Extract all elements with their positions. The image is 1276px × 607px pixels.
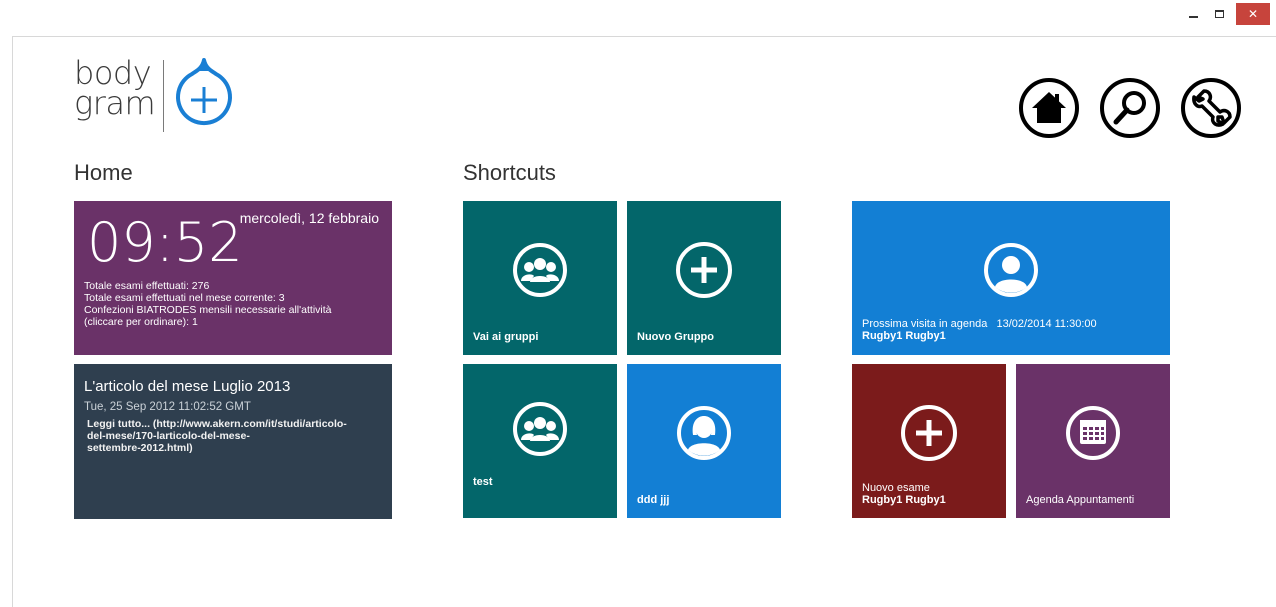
exam-stats: Totale esami effettuati: 276 Totale esam… xyxy=(84,280,332,328)
minimize-button[interactable] xyxy=(1180,0,1206,28)
search-icon[interactable] xyxy=(1099,77,1161,139)
tile-nuovo-esame[interactable]: Nuovo esame Rugby1 Rugby1 xyxy=(852,364,1006,518)
visit-datetime: 13/02/2014 11:30:00 xyxy=(996,318,1097,330)
tile-label: ddd jjj xyxy=(637,494,670,506)
plus-drop-icon xyxy=(176,58,233,125)
shortcuts-title: Shortcuts xyxy=(463,160,556,185)
article-link-line: del-mese/170-larticolo-del-mese- xyxy=(87,430,250,442)
logo-divider xyxy=(163,60,165,132)
stat-month-exams: Totale esami effettuati nel mese corrent… xyxy=(84,292,285,304)
close-button[interactable]: ✕ xyxy=(1236,3,1270,25)
stat-biatrodes-order: (cliccare per ordinare): 1 xyxy=(84,316,198,328)
female-user-icon xyxy=(677,406,731,460)
tile-next-visit[interactable]: Prossima visita in agenda 13/02/2014 11:… xyxy=(852,201,1170,355)
plus-circle-icon xyxy=(901,405,957,461)
tile-patient-ddd[interactable]: ddd jjj xyxy=(627,364,781,518)
tile-label: test xyxy=(473,476,493,488)
tile-vai-ai-gruppi[interactable]: Vai ai gruppi xyxy=(463,201,617,355)
article-read-more-link[interactable]: Leggi tutto... (http://www.akern.com/it/… xyxy=(84,418,382,454)
user-icon xyxy=(984,243,1038,297)
tile-label: Agenda Appuntamenti xyxy=(1026,494,1135,506)
article-link-line: settembre-2012.html) xyxy=(87,442,193,454)
minimize-icon xyxy=(1188,16,1198,18)
stat-total-exams: Totale esami effettuati: 276 xyxy=(84,280,210,292)
calendar-icon xyxy=(1066,406,1120,460)
tile-label: Nuovo Gruppo xyxy=(637,331,714,343)
clock-time: 09:52 xyxy=(87,211,243,274)
logo-wordmark: body gram xyxy=(74,57,156,122)
article-link-line: Leggi tutto... (http://www.akern.com/it/… xyxy=(87,418,347,430)
window-controls: ✕ xyxy=(1180,0,1276,28)
tile-label: Vai ai gruppi xyxy=(473,331,539,343)
home-icon[interactable] xyxy=(1018,77,1080,139)
article-date: Tue, 25 Sep 2012 11:02:52 GMT xyxy=(84,401,251,413)
plus-circle-icon xyxy=(676,242,732,298)
group-icon xyxy=(513,402,567,456)
clock-date: mercoledì, 12 febbraio xyxy=(239,210,379,226)
maximize-button[interactable] xyxy=(1206,0,1232,28)
stat-biatrodes: Confezioni BIATRODES mensili necessarie … xyxy=(84,304,332,316)
home-title: Home xyxy=(74,160,133,185)
new-exam-patient: Rugby1 Rugby1 xyxy=(862,494,946,506)
close-icon: ✕ xyxy=(1247,7,1259,21)
logo-line-gram: gram xyxy=(74,84,156,122)
tile-agenda-appuntamenti[interactable]: Agenda Appuntamenti xyxy=(1016,364,1170,518)
top-divider xyxy=(12,36,1276,37)
article-of-month-tile[interactable]: L'articolo del mese Luglio 2013 Tue, 25 … xyxy=(74,364,392,519)
clock-stats-tile[interactable]: 09:52 mercoledì, 12 febbraio Totale esam… xyxy=(74,201,392,355)
tile-label: Prossima visita in agenda 13/02/2014 11:… xyxy=(862,318,1097,342)
visit-patient: Rugby1 Rugby1 xyxy=(862,330,946,342)
tile-label: Nuovo esame Rugby1 Rugby1 xyxy=(862,482,946,506)
tile-nuovo-gruppo[interactable]: Nuovo Gruppo xyxy=(627,201,781,355)
new-exam-label: Nuovo esame xyxy=(862,482,930,494)
tile-test-group[interactable]: test xyxy=(463,364,617,518)
maximize-icon xyxy=(1214,10,1224,18)
article-title: L'articolo del mese Luglio 2013 xyxy=(84,378,291,395)
left-divider xyxy=(12,36,13,607)
visit-label: Prossima visita in agenda xyxy=(862,318,988,330)
group-icon xyxy=(513,243,567,297)
bodygram-logo: body gram xyxy=(74,57,236,132)
wrench-icon[interactable] xyxy=(1180,77,1242,139)
